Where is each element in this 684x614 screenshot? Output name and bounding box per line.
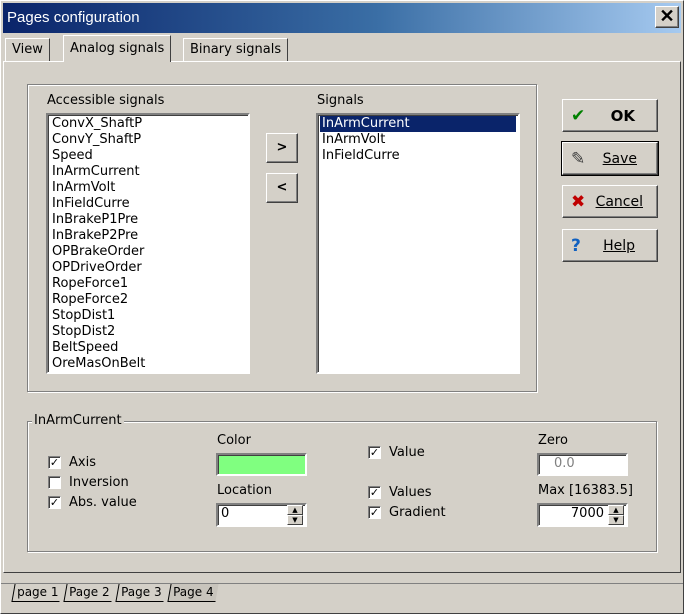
- help-button-label: Help: [603, 238, 635, 254]
- axis-checkbox[interactable]: ✓: [48, 456, 61, 469]
- tab-view[interactable]: View: [5, 38, 50, 61]
- accessible-signals-list[interactable]: ConvX_ShaftP ConvY_ShaftP Speed InArmCurren…: [46, 113, 250, 374]
- checkmark-icon: ✓: [369, 486, 380, 499]
- abs-value-label: Abs. value: [69, 495, 137, 510]
- signal-properties-title: InArmCurrent: [32, 413, 124, 428]
- question-icon: ?: [571, 236, 581, 256]
- tab-analog-signals-label: Analog signals: [70, 41, 165, 56]
- location-spin-up[interactable]: ▲: [287, 505, 303, 515]
- accessible-signal-list-item[interactable]: Speed: [50, 148, 246, 164]
- values-label: Values: [389, 485, 432, 500]
- axis-label: Axis: [69, 455, 96, 470]
- checkmark-icon: ✔: [571, 106, 586, 126]
- color-label: Color: [217, 433, 251, 448]
- max-value: 7000: [570, 506, 604, 521]
- max-label: Max [16383.5]: [538, 483, 633, 498]
- accessible-signal-list-item[interactable]: InArmVolt: [50, 180, 246, 196]
- accessible-signal-list-item[interactable]: StopDist1: [50, 308, 246, 324]
- accessible-signal-list-item[interactable]: InBrakeP2Pre: [50, 228, 246, 244]
- ok-button[interactable]: ✔ OK: [562, 99, 658, 132]
- pages-configuration-window: Pages configuration ✕ View Analog signal…: [0, 0, 684, 614]
- page-tab-4[interactable]: Page 4: [167, 584, 219, 602]
- cross-icon: ✖: [571, 192, 586, 212]
- signals-label: Signals: [317, 93, 364, 108]
- location-spin-down[interactable]: ▼: [287, 515, 303, 525]
- remove-signal-button[interactable]: <: [266, 173, 298, 203]
- ok-button-label: OK: [610, 107, 635, 125]
- max-spin-up[interactable]: ▲: [608, 505, 624, 515]
- checkmark-icon: ✓: [49, 496, 60, 509]
- tab-binary-signals[interactable]: Binary signals: [183, 38, 289, 61]
- tab-view-label: View: [12, 42, 43, 57]
- gradient-checkbox[interactable]: ✓: [368, 506, 381, 519]
- color-swatch[interactable]: [216, 453, 307, 476]
- checkmark-icon: ✓: [369, 446, 380, 459]
- tab-binary-signals-label: Binary signals: [190, 42, 282, 57]
- cancel-button-label: Cancel: [595, 194, 643, 210]
- accessible-signal-list-item[interactable]: InFieldCurre: [50, 196, 246, 212]
- page-tab-3[interactable]: Page 3: [115, 584, 167, 602]
- accessible-signal-list-item[interactable]: InArmCurrent: [50, 164, 246, 180]
- selected-signal-list-item[interactable]: InArmVolt: [320, 132, 516, 148]
- add-signal-button[interactable]: >: [266, 133, 298, 163]
- page-tab-2[interactable]: Page 2: [63, 584, 115, 602]
- value-label: Value: [389, 445, 425, 460]
- save-button-label: Save: [602, 151, 637, 167]
- pencil-icon: ✎: [571, 149, 586, 169]
- gradient-label: Gradient: [389, 505, 446, 520]
- abs-value-checkbox[interactable]: ✓: [48, 496, 61, 509]
- accessible-signal-list-item[interactable]: RopeForce1: [50, 276, 246, 292]
- zero-field[interactable]: 0.0: [537, 453, 628, 476]
- values-checkbox[interactable]: ✓: [368, 486, 381, 499]
- selected-signal-list-item[interactable]: InArmCurrent: [320, 116, 516, 132]
- help-button[interactable]: ? Help: [562, 229, 658, 262]
- page-tab-3-label: Page 3: [121, 585, 162, 599]
- title-bar: Pages configuration: [3, 3, 681, 33]
- accessible-signal-list-item[interactable]: BeltSpeed: [50, 340, 246, 356]
- chevron-right-icon: >: [276, 140, 288, 155]
- accessible-signal-list-item[interactable]: OPDriveOrder: [50, 260, 246, 276]
- inversion-checkbox[interactable]: [48, 476, 61, 489]
- checkmark-icon: ✓: [49, 456, 60, 469]
- accessible-signal-list-item[interactable]: RopeForce2: [50, 292, 246, 308]
- close-button[interactable]: ✕: [655, 6, 679, 28]
- accessible-signal-list-item[interactable]: StopDist2: [50, 324, 246, 340]
- close-icon: ✕: [659, 6, 675, 26]
- zero-value: 0.0: [554, 456, 575, 471]
- page-tab-4-label: Page 4: [173, 585, 214, 599]
- chevron-left-icon: <: [276, 180, 288, 195]
- tab-analog-signals[interactable]: Analog signals: [63, 35, 172, 62]
- page-tab-2-label: Page 2: [69, 585, 110, 599]
- save-button[interactable]: ✎ Save: [561, 141, 659, 176]
- value-checkbox[interactable]: ✓: [368, 446, 381, 459]
- accessible-signals-label: Accessible signals: [47, 93, 165, 108]
- window-title: Pages configuration: [7, 9, 140, 26]
- location-value: 0: [221, 506, 230, 521]
- inversion-label: Inversion: [69, 475, 129, 490]
- accessible-signal-list-item[interactable]: OPBrakeOrder: [50, 244, 246, 260]
- signals-list[interactable]: InArmCurrent InArmVolt InFieldCurre: [316, 113, 520, 374]
- cancel-button[interactable]: ✖ Cancel: [562, 185, 658, 218]
- max-spin-down[interactable]: ▼: [608, 515, 624, 525]
- page-tab-1-label: page 1: [17, 585, 59, 599]
- zero-label: Zero: [538, 433, 568, 448]
- accessible-signal-list-item[interactable]: InBrakeP1Pre: [50, 212, 246, 228]
- accessible-signal-list-item[interactable]: ConvY_ShaftP: [50, 132, 246, 148]
- accessible-signal-list-item[interactable]: ConvX_ShaftP: [50, 116, 246, 132]
- page-tab-1[interactable]: page 1: [11, 584, 64, 602]
- accessible-signal-list-item[interactable]: OreMasOnBelt: [50, 356, 246, 372]
- selected-signal-list-item[interactable]: InFieldCurre: [320, 148, 516, 164]
- location-label: Location: [217, 483, 272, 498]
- checkmark-icon: ✓: [369, 506, 380, 519]
